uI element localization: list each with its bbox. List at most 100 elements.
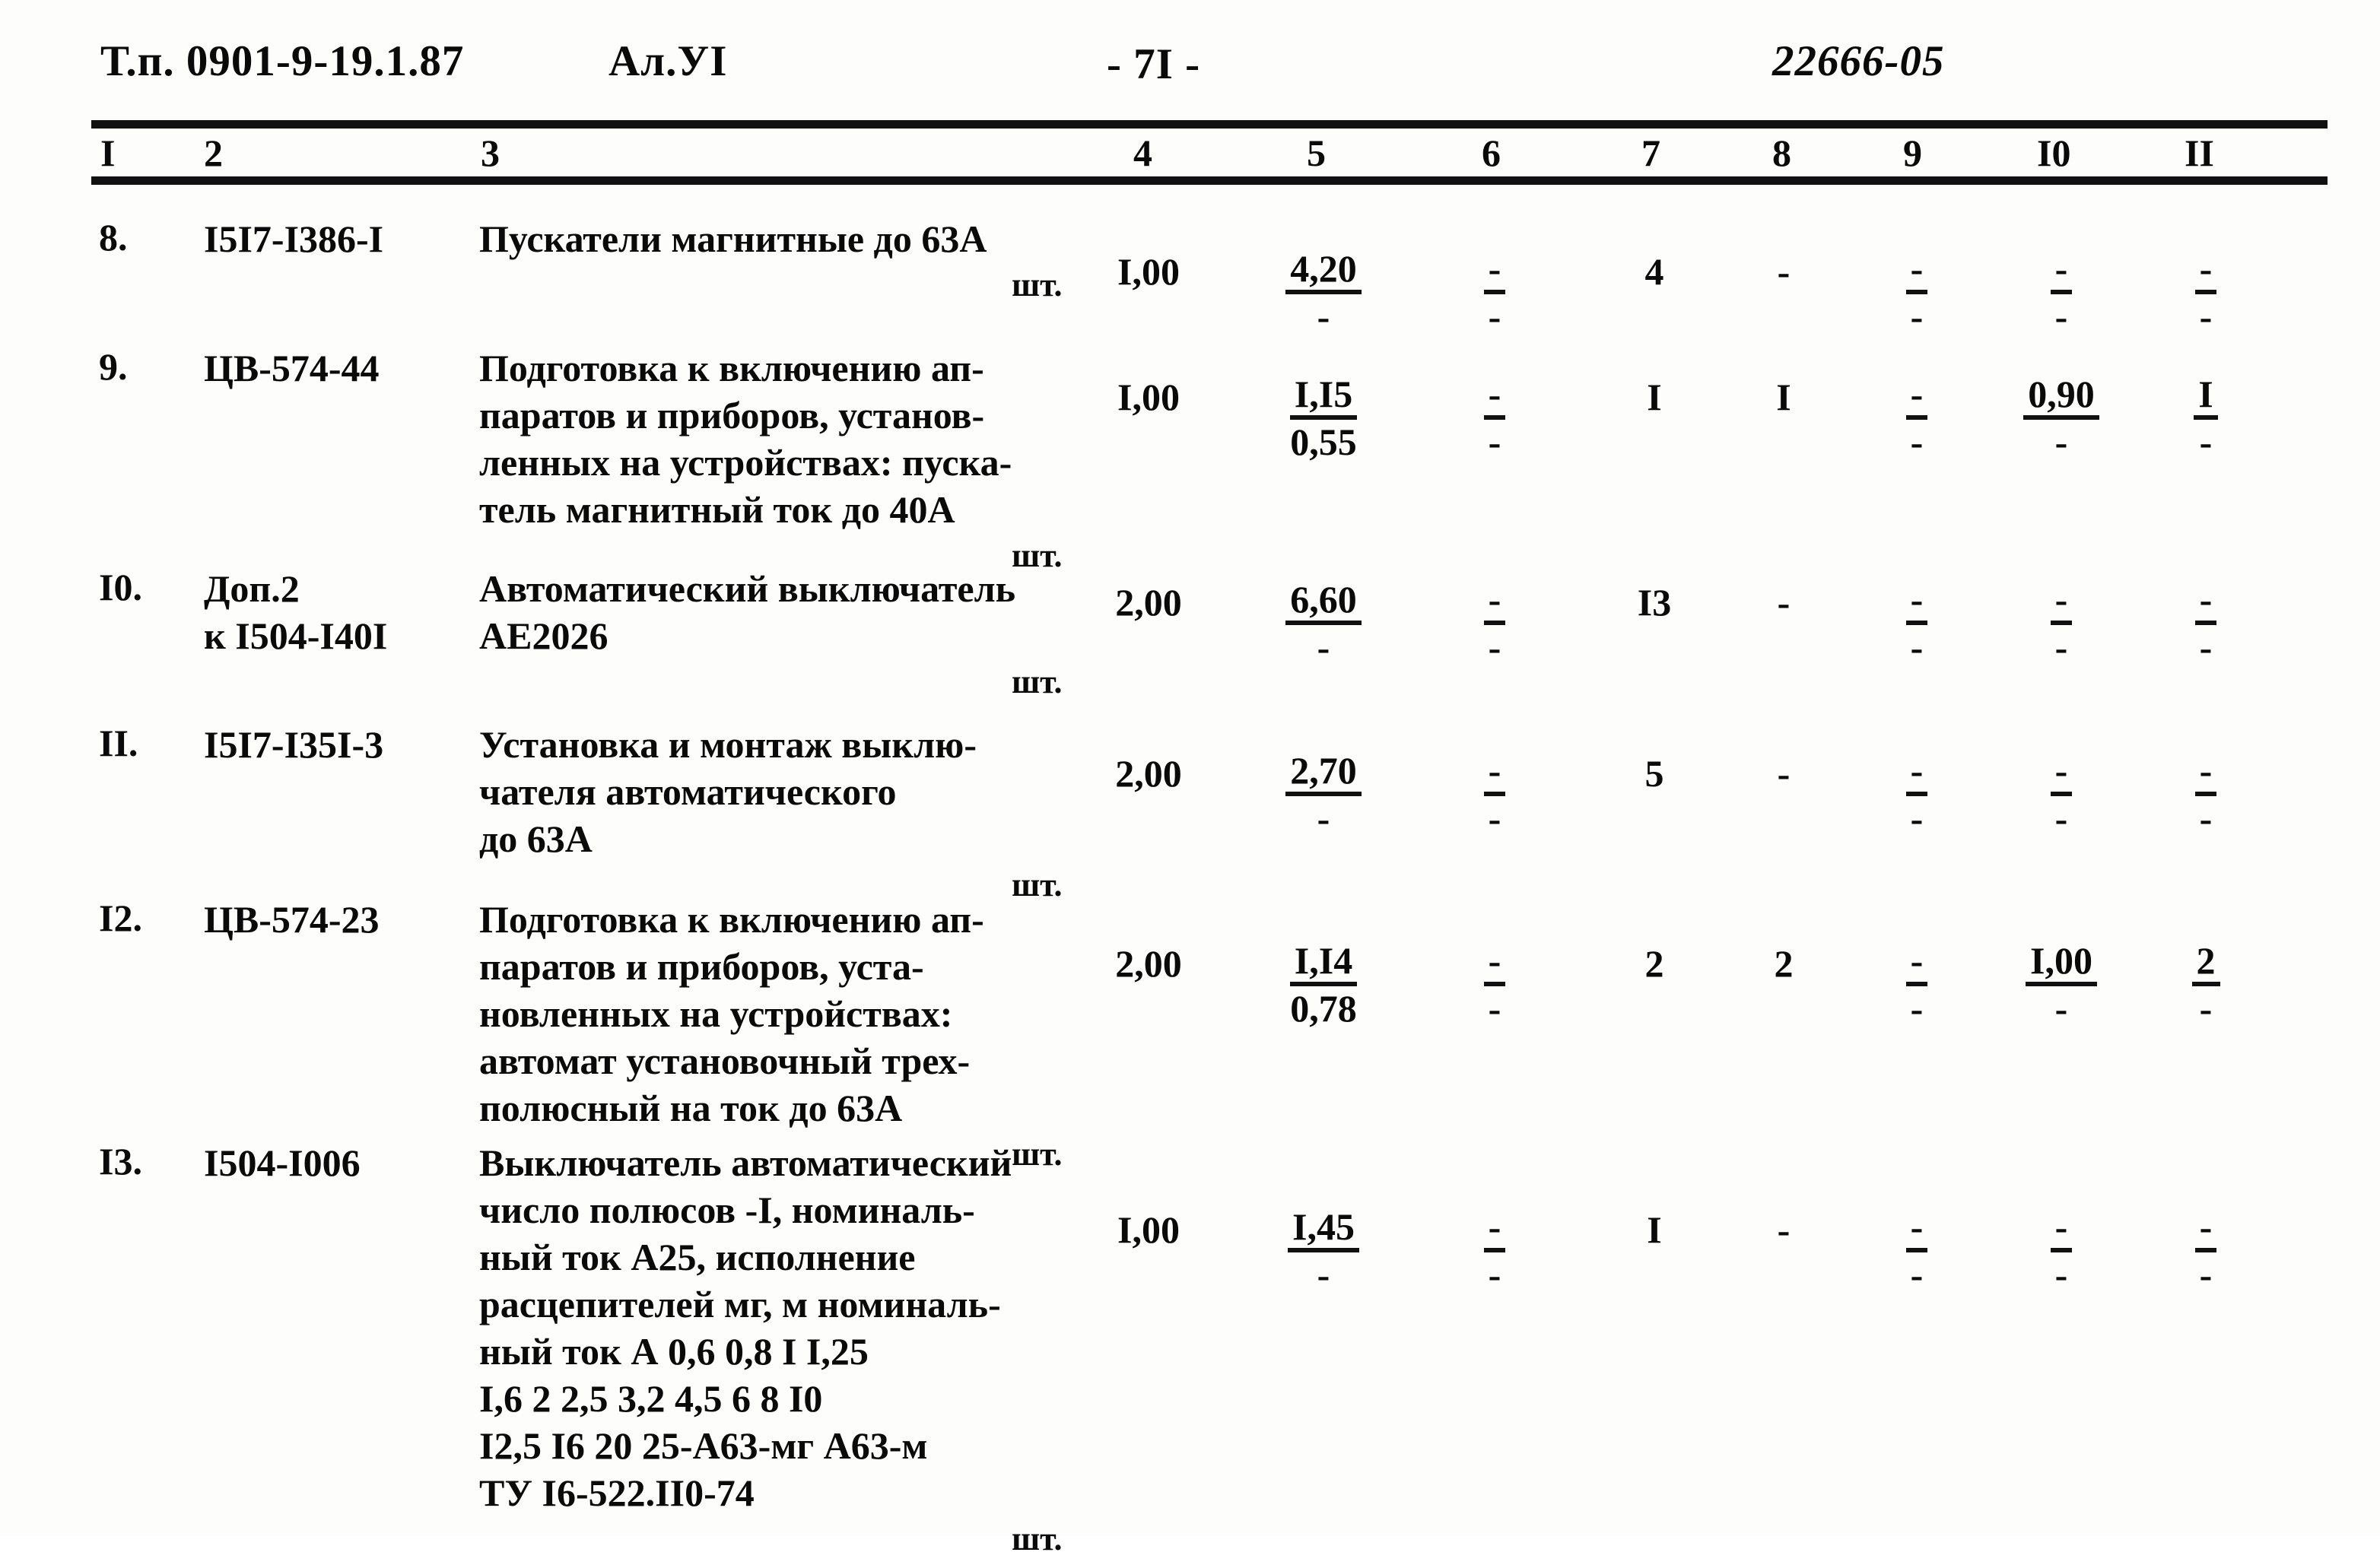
cell-col6-numerator: - <box>1483 249 1506 294</box>
cell-col11-numerator: I <box>2194 375 2218 420</box>
row-unit-label: шт. <box>1012 663 1063 700</box>
code-line: ЦВ-574-23 <box>204 898 380 941</box>
description-line: I2,5 I6 20 25-А63-мг А63-м <box>479 1424 928 1467</box>
table-top-rule <box>91 120 2328 129</box>
cell-col8-value: - <box>1777 250 1791 293</box>
cell-col7-value: I <box>1647 1208 1662 1251</box>
cell-col5-numerator: I,I4 <box>1289 941 1358 986</box>
cell-col6-numerator: - <box>1483 1208 1506 1252</box>
description-line: ный ток А25, исполнение <box>479 1236 916 1278</box>
cell-col11-denominator: - <box>2199 797 2213 840</box>
cell-col5: I,I5 0,55 <box>1225 375 1422 464</box>
cell-col6-denominator: - <box>1488 295 1501 338</box>
row-resource-code: Доп.2 к I504-I40I <box>204 565 470 659</box>
cell-col10-denominator: - <box>2054 626 2068 668</box>
code-line: ЦВ-574-44 <box>204 347 380 389</box>
cell-col11-denominator: - <box>2199 295 2213 338</box>
cell-col10-denominator: - <box>2054 987 2068 1030</box>
column-number-header: 9 <box>1903 132 1922 174</box>
cell-col8-value: - <box>1777 752 1791 795</box>
cell-col10-numerator: 0,90 <box>2023 375 2099 420</box>
cell-col6-denominator: - <box>1488 626 1501 668</box>
description-line: Установка и монтаж выклю- <box>479 723 977 766</box>
cell-col11-numerator: - <box>2194 580 2217 625</box>
cell-col4-quantity-value: I,00 <box>1117 250 1180 293</box>
column-number-header: 6 <box>1482 132 1501 174</box>
column-number-header: 7 <box>1641 132 1660 174</box>
cell-col11-numerator: 2 <box>2191 941 2220 986</box>
column-number-header: 2 <box>204 132 223 174</box>
row-description: Подготовка к включению ап-паратов и приб… <box>479 344 1072 533</box>
cell-col7-value: 2 <box>1644 942 1664 985</box>
column-number-header: 5 <box>1307 132 1326 174</box>
description-line: I,6 2 2,5 3,2 4,5 6 8 I0 <box>479 1377 823 1420</box>
description-line: ТУ I6-522.II0-74 <box>479 1471 755 1514</box>
description-line: полюсный на ток до 63А <box>479 1087 903 1129</box>
cell-col9-denominator: - <box>1910 295 1924 338</box>
cell-col10-numerator: - <box>2050 249 2073 294</box>
code-line: I5I7-I35I-3 <box>204 723 384 766</box>
cell-col4-quantity-value: I,00 <box>1117 1208 1180 1251</box>
column-number-header: 3 <box>481 132 500 174</box>
cell-col10-numerator: - <box>2050 1208 2073 1252</box>
code-line: I5I7-I386-I <box>204 217 384 260</box>
description-line: до 63А <box>479 817 593 860</box>
column-number-header: I0 <box>2037 132 2071 174</box>
table-row: I0. Доп.2 к I504-I40I Автоматический выключ… <box>0 565 2380 740</box>
row-unit-label: шт. <box>1012 1520 1063 1557</box>
cell-col6-numerator: - <box>1483 580 1506 625</box>
cell-col9-numerator: - <box>1905 941 1928 986</box>
cell-col5: I,45- <box>1225 1208 1422 1297</box>
row-description: Пускатели магнитные до 63А <box>479 215 1072 262</box>
table-header-bottom-rule <box>91 176 2328 185</box>
description-line: автомат установочный трех- <box>479 1040 971 1082</box>
row-resource-code: ЦВ-574-44 <box>204 344 470 392</box>
column-number-header: 4 <box>1133 132 1152 174</box>
cell-col5-denominator: 0,78 <box>1290 987 1357 1030</box>
cell-col9-numerator: - <box>1905 375 1928 420</box>
row-description: Выключатель автоматический число полюсов … <box>479 1139 1072 1516</box>
table-column-number-row: I 2 3 4 5 6 7 8 9 I0 II <box>0 131 2380 175</box>
row-item-number: 9. <box>99 345 128 388</box>
type-project-code: Т.п. 0901-9-19.1.87 <box>100 37 465 85</box>
description-line: паратов и приборов, установ- <box>479 394 985 436</box>
cell-col5: 4,20- <box>1225 249 1422 338</box>
description-line: тель магнитный ток до 40А <box>479 488 955 531</box>
table-row: I3. I504-I006 Выключатель автоматический чи… <box>0 1139 2380 1565</box>
cell-col9-numerator: - <box>1905 249 1928 294</box>
cell-col11: -- <box>2107 751 2305 840</box>
cell-col5-denominator: - <box>1317 797 1330 840</box>
cell-col5: 2,70- <box>1225 751 1422 840</box>
description-line: расцепителей мг, м номиналь- <box>479 1283 1001 1325</box>
cell-col11: -- <box>2107 580 2305 669</box>
row-item-number: I0. <box>99 566 142 608</box>
row-description: Установка и монтаж выклю-чателя автомати… <box>479 721 1072 862</box>
cell-col11-denominator: - <box>2199 421 2213 463</box>
cell-col6-denominator: - <box>1488 1253 1501 1296</box>
row-resource-code: I5I7-I35I-3 <box>204 721 470 768</box>
cell-col6-denominator: - <box>1488 987 1501 1030</box>
cell-col11-numerator: - <box>2194 751 2217 796</box>
description-line: паратов и приборов, уста- <box>479 945 924 988</box>
cell-col6-denominator: - <box>1488 797 1501 840</box>
description-line: ленных на устройствах: пуска- <box>479 441 1012 484</box>
cell-col11-denominator: - <box>2199 1253 2213 1296</box>
cell-col8-value: 2 <box>1774 942 1794 985</box>
row-resource-code: ЦВ-574-23 <box>204 896 470 943</box>
row-resource-code: I5I7-I386-I <box>204 215 470 262</box>
row-item-number: I2. <box>99 897 142 939</box>
cell-col4-quantity: I,00 <box>1050 1208 1247 1252</box>
description-line: Выключатель автоматический <box>479 1141 1012 1184</box>
cell-col8-value: - <box>1777 581 1791 624</box>
cell-col4-quantity-value: I,00 <box>1117 376 1180 418</box>
column-number-header: II <box>2185 132 2214 174</box>
row-description: Подготовка к включению ап-паратов и приб… <box>479 896 1072 1132</box>
description-line: ный ток А 0,6 0,8 I I,25 <box>479 1330 869 1373</box>
code-line: к I504-I40I <box>204 614 388 657</box>
cell-col7-value: 4 <box>1644 250 1664 293</box>
cell-col9-denominator: - <box>1910 987 1924 1030</box>
column-number-header: 8 <box>1772 132 1791 174</box>
cell-col9-denominator: - <box>1910 797 1924 840</box>
cell-col9-numerator: - <box>1905 751 1928 796</box>
cell-col11-denominator: - <box>2199 987 2213 1030</box>
